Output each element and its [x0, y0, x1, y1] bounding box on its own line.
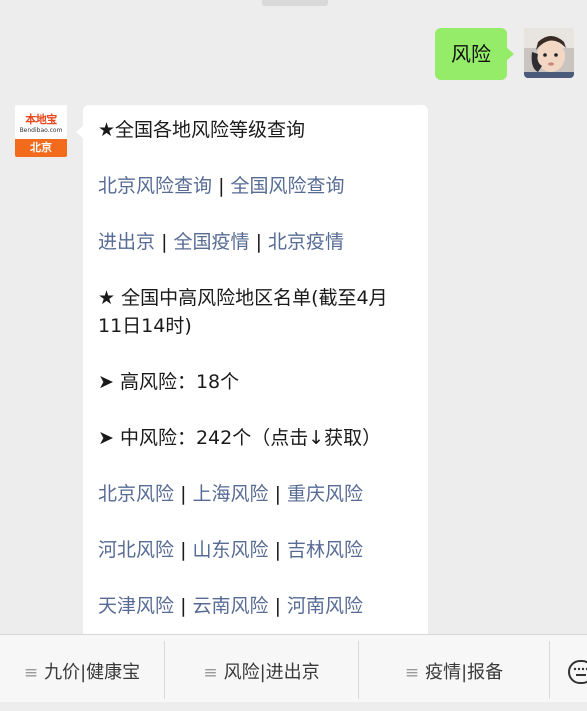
separator: | [274, 539, 281, 561]
link-henan-risk[interactable]: 河南风险 [287, 595, 363, 617]
menu-icon: ≡ [23, 663, 39, 683]
keyboard-icon[interactable] [568, 660, 587, 684]
menu-item-hpv-health-code[interactable]: ≡ 九价|健康宝 [0, 635, 164, 702]
separator: | [180, 483, 187, 505]
mid-risk-count: ➤ 中风险：242个（点击↓获取） [98, 427, 382, 449]
menu-icon: ≡ [404, 663, 420, 683]
link-jilin-risk[interactable]: 吉林风险 [287, 539, 363, 561]
menu-divider [549, 641, 550, 699]
menu-item-label: 九价|健康宝 [44, 662, 141, 683]
menu-item-risk-enter-exit[interactable]: ≡ 风险|进出京 [165, 635, 358, 702]
link-shanghai-risk[interactable]: 上海风险 [193, 483, 269, 505]
keyboard-icon-glyph [573, 667, 587, 676]
bot-avatar-logo-sub: Bendibao.com [19, 127, 63, 134]
user-avatar-photo [524, 28, 574, 78]
link-beijing-risk[interactable]: 北京风险 [98, 483, 174, 505]
separator: | [274, 595, 281, 617]
bot-reply-bubble: ★全国各地风险等级查询 北京风险查询 | 全国风险查询 进出京 | 全国疫情 |… [76, 105, 428, 665]
high-risk-count: ➤ 高风险：18个 [98, 371, 240, 393]
menu-icon: ≡ [203, 663, 218, 683]
reply-row-3: 北京风险 | 上海风险 | 重庆风险 [98, 479, 418, 509]
link-yunnan-risk[interactable]: 云南风险 [193, 595, 269, 617]
separator: | [218, 175, 225, 197]
user-message-bubble: 风险 [435, 28, 514, 80]
reply-row-2: 进出京 | 全国疫情 | 北京疫情 [98, 227, 418, 257]
link-beijing-risk-query[interactable]: 北京风险查询 [98, 175, 212, 197]
link-national-epidemic[interactable]: 全国疫情 [174, 231, 250, 253]
separator: | [274, 483, 281, 505]
reply-row-4: 河北风险 | 山东风险 | 吉林风险 [98, 535, 418, 565]
menu-item-label: 疫情|报备 [425, 662, 504, 683]
bot-avatar[interactable]: 本地宝 Bendibao.com 北京 [15, 105, 67, 157]
separator: | [161, 231, 168, 253]
timestamp-badge [262, 0, 328, 6]
bot-avatar-city: 北京 [15, 139, 67, 157]
link-national-risk-query[interactable]: 全国风险查询 [231, 175, 345, 197]
link-beijing-epidemic[interactable]: 北京疫情 [268, 231, 344, 253]
reply-title: ★全国各地风险等级查询 [98, 119, 306, 141]
list-title-line-2: 11日14时) [98, 315, 192, 337]
menu-item-label: 风险|进出京 [223, 662, 320, 683]
bottom-menu: ≡ 九价|健康宝 ≡ 风险|进出京 ≡ 疫情|报备 [0, 634, 587, 702]
link-chongqing-risk[interactable]: 重庆风险 [287, 483, 363, 505]
bot-avatar-logo-text: 本地宝 [25, 113, 57, 126]
link-hebei-risk[interactable]: 河北风险 [98, 539, 174, 561]
separator: | [180, 539, 187, 561]
link-tianjin-risk[interactable]: 天津风险 [98, 595, 174, 617]
separator: | [180, 595, 187, 617]
user-message-text: 风险 [451, 42, 491, 66]
link-shandong-risk[interactable]: 山东风险 [193, 539, 269, 561]
user-avatar[interactable] [524, 28, 574, 78]
reply-row-5: 天津风险 | 云南风险 | 河南风险 [98, 591, 418, 621]
separator: | [255, 231, 262, 253]
link-enter-exit-beijing[interactable]: 进出京 [98, 231, 155, 253]
list-title-line-1: ★ 全国中高风险地区名单(截至4月 [98, 287, 388, 309]
reply-row-1: 北京风险查询 | 全国风险查询 [98, 171, 418, 201]
menu-item-epidemic-report[interactable]: ≡ 疫情|报备 [359, 635, 549, 702]
